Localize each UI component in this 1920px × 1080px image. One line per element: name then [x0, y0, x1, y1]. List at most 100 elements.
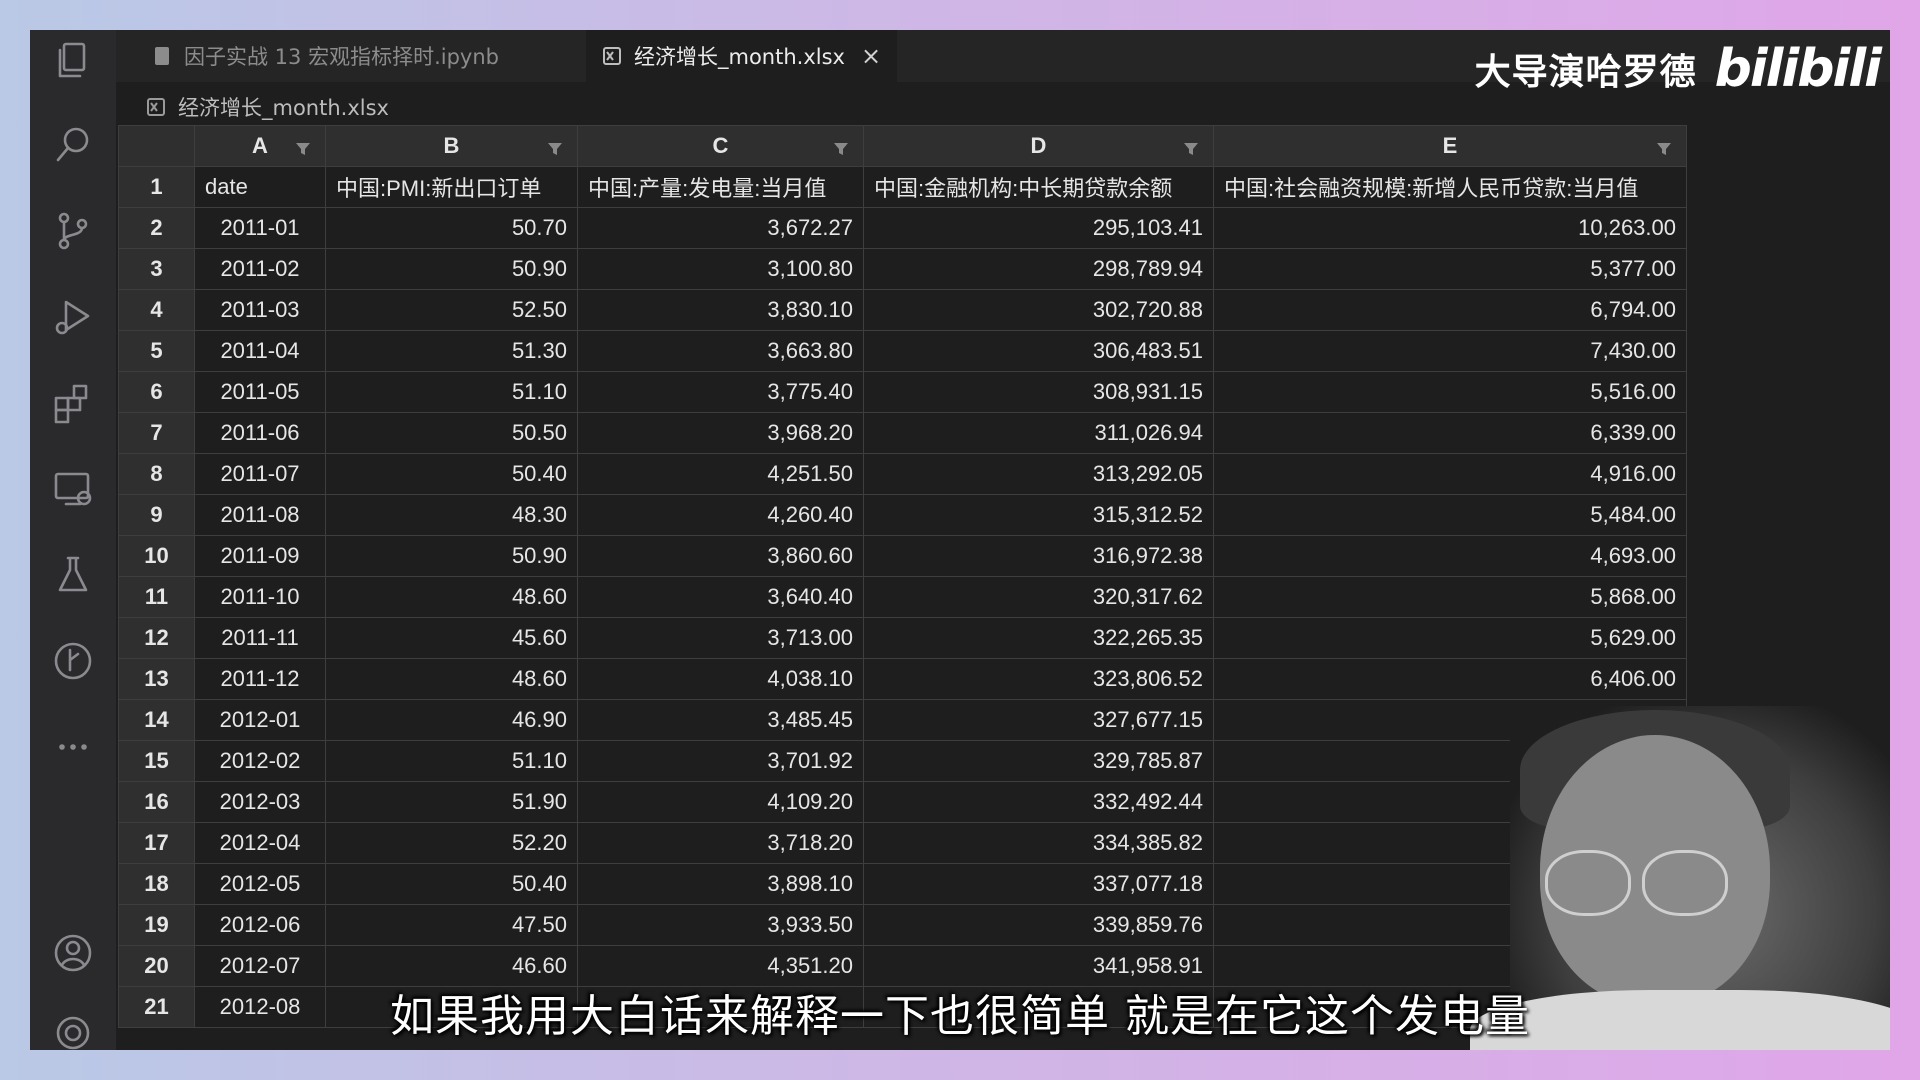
column-header-e[interactable]: E [1213, 125, 1687, 167]
table-cell[interactable]: 50.90 [325, 248, 578, 290]
table-cell[interactable]: 3,713.00 [577, 617, 864, 659]
table-cell[interactable]: 2011-04 [194, 330, 326, 372]
table-cell[interactable]: 3,672.27 [577, 207, 864, 249]
filter-icon[interactable] [833, 137, 849, 155]
filter-icon[interactable] [295, 137, 311, 155]
filter-icon[interactable] [1656, 137, 1672, 155]
table-cell[interactable]: 311,026.94 [863, 412, 1214, 454]
table-cell[interactable]: 45.60 [325, 617, 578, 659]
table-cell[interactable]: 3,898.10 [577, 863, 864, 905]
tab-notebook[interactable]: 因子实战 13 宏观指标择时.ipynb [136, 30, 515, 82]
table-cell[interactable]: 320,317.62 [863, 576, 1214, 618]
table-cell[interactable]: 2012-04 [194, 822, 326, 864]
search-icon[interactable] [50, 122, 96, 168]
table-cell[interactable]: 50.90 [325, 535, 578, 577]
table-cell[interactable]: 3,701.92 [577, 740, 864, 782]
column-header-a[interactable]: A [194, 125, 326, 167]
table-cell[interactable]: 4,693.00 [1213, 535, 1687, 577]
testing-icon[interactable] [50, 552, 96, 598]
row-number[interactable]: 16 [118, 781, 195, 823]
table-cell[interactable]: 5,377.00 [1213, 248, 1687, 290]
table-cell[interactable]: 2011-07 [194, 453, 326, 495]
table-cell[interactable]: 中国:金融机构:中长期贷款余额 [863, 166, 1214, 208]
table-cell[interactable]: 中国:产量:发电量:当月值 [577, 166, 864, 208]
table-cell[interactable]: 302,720.88 [863, 289, 1214, 331]
table-cell[interactable]: 334,385.82 [863, 822, 1214, 864]
table-cell[interactable]: 51.30 [325, 330, 578, 372]
table-cell[interactable]: 327,677.15 [863, 699, 1214, 741]
table-cell[interactable]: 2011-01 [194, 207, 326, 249]
table-cell[interactable]: 5,484.00 [1213, 494, 1687, 536]
row-number[interactable]: 7 [118, 412, 195, 454]
table-cell[interactable]: 316,972.38 [863, 535, 1214, 577]
table-cell[interactable]: 339,859.76 [863, 904, 1214, 946]
row-number[interactable]: 11 [118, 576, 195, 618]
table-cell[interactable]: 51.90 [325, 781, 578, 823]
select-all-corner[interactable] [118, 125, 195, 167]
table-cell[interactable]: 4,251.50 [577, 453, 864, 495]
column-header-b[interactable]: B [325, 125, 578, 167]
table-cell[interactable]: 2011-05 [194, 371, 326, 413]
table-cell[interactable]: 306,483.51 [863, 330, 1214, 372]
table-cell[interactable]: 337,077.18 [863, 863, 1214, 905]
table-cell[interactable]: 323,806.52 [863, 658, 1214, 700]
table-cell[interactable]: 48.30 [325, 494, 578, 536]
row-number[interactable]: 13 [118, 658, 195, 700]
table-cell[interactable]: 2012-03 [194, 781, 326, 823]
table-cell[interactable]: 50.40 [325, 453, 578, 495]
table-cell[interactable]: 3,933.50 [577, 904, 864, 946]
table-cell[interactable]: 52.20 [325, 822, 578, 864]
extensions-icon[interactable] [50, 380, 96, 426]
table-cell[interactable]: 295,103.41 [863, 207, 1214, 249]
row-number[interactable]: 17 [118, 822, 195, 864]
breadcrumb-label[interactable]: 经济增长_month.xlsx [178, 92, 389, 122]
table-cell[interactable]: 6,406.00 [1213, 658, 1687, 700]
row-number[interactable]: 18 [118, 863, 195, 905]
table-cell[interactable]: 313,292.05 [863, 453, 1214, 495]
table-cell[interactable]: 3,718.20 [577, 822, 864, 864]
table-cell[interactable]: 2012-05 [194, 863, 326, 905]
table-cell[interactable]: 298,789.94 [863, 248, 1214, 290]
table-cell[interactable]: 47.50 [325, 904, 578, 946]
table-cell[interactable]: 52.50 [325, 289, 578, 331]
row-number[interactable]: 14 [118, 699, 195, 741]
table-cell[interactable]: 7,430.00 [1213, 330, 1687, 372]
table-cell[interactable]: 4,109.20 [577, 781, 864, 823]
row-number[interactable]: 12 [118, 617, 195, 659]
table-cell[interactable]: 308,931.15 [863, 371, 1214, 413]
table-cell[interactable]: 3,663.80 [577, 330, 864, 372]
table-cell[interactable]: 2011-11 [194, 617, 326, 659]
explorer-icon[interactable] [50, 38, 96, 84]
row-number[interactable]: 9 [118, 494, 195, 536]
table-cell[interactable]: 中国:PMI:新出口订单 [325, 166, 578, 208]
table-cell[interactable]: 50.40 [325, 863, 578, 905]
remote-explorer-icon[interactable] [50, 466, 96, 512]
table-cell[interactable]: 332,492.44 [863, 781, 1214, 823]
row-number[interactable]: 6 [118, 371, 195, 413]
table-cell[interactable]: 48.60 [325, 576, 578, 618]
table-cell[interactable]: 5,868.00 [1213, 576, 1687, 618]
row-number[interactable]: 5 [118, 330, 195, 372]
row-number[interactable]: 8 [118, 453, 195, 495]
table-cell[interactable]: 4,916.00 [1213, 453, 1687, 495]
table-cell[interactable]: 3,830.10 [577, 289, 864, 331]
table-cell[interactable]: 3,100.80 [577, 248, 864, 290]
table-cell[interactable]: 10,263.00 [1213, 207, 1687, 249]
row-number[interactable]: 10 [118, 535, 195, 577]
table-cell[interactable]: 2011-10 [194, 576, 326, 618]
table-cell[interactable]: date [194, 166, 326, 208]
table-cell[interactable]: 2011-08 [194, 494, 326, 536]
row-number[interactable]: 4 [118, 289, 195, 331]
table-cell[interactable]: 315,312.52 [863, 494, 1214, 536]
table-cell[interactable]: 4,038.10 [577, 658, 864, 700]
table-cell[interactable]: 322,265.35 [863, 617, 1214, 659]
table-cell[interactable]: 2012-06 [194, 904, 326, 946]
table-cell[interactable]: 3,968.20 [577, 412, 864, 454]
row-number[interactable]: 3 [118, 248, 195, 290]
timeline-icon[interactable] [50, 638, 96, 684]
table-cell[interactable]: 51.10 [325, 740, 578, 782]
table-cell[interactable]: 3,775.40 [577, 371, 864, 413]
table-cell[interactable]: 3,485.45 [577, 699, 864, 741]
table-cell[interactable]: 2011-09 [194, 535, 326, 577]
row-number[interactable]: 2 [118, 207, 195, 249]
